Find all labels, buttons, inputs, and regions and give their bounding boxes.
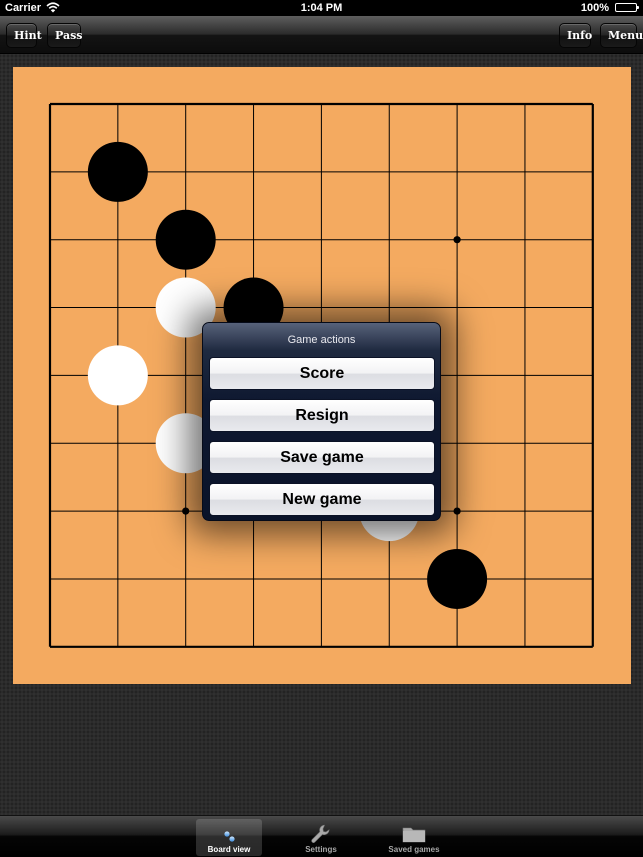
battery-icon xyxy=(615,3,639,12)
pass-button[interactable]: Pass xyxy=(47,23,83,48)
top-toolbar: Hint Pass Info Menu xyxy=(0,16,643,54)
tab-label-saved-games: Saved games xyxy=(388,845,440,854)
popover-title: Game actions xyxy=(287,334,356,346)
resign-button[interactable]: Resign xyxy=(209,399,435,432)
star-point xyxy=(182,507,190,515)
board-grid-icon xyxy=(218,824,240,844)
star-point xyxy=(453,236,461,244)
tab-label-settings: Settings xyxy=(305,845,337,854)
black-stone[interactable] xyxy=(427,548,488,609)
tab-board-view[interactable]: Board view xyxy=(196,819,262,856)
star-point xyxy=(453,507,461,515)
folder-icon xyxy=(402,827,426,843)
tab-saved-games[interactable]: Saved games xyxy=(381,819,447,856)
wrench-icon xyxy=(311,824,330,843)
hint-button[interactable]: Hint xyxy=(6,23,42,48)
score-button[interactable]: Score xyxy=(209,357,435,390)
tab-settings[interactable]: Settings xyxy=(288,819,354,856)
battery-percent: 100% xyxy=(580,2,609,14)
black-stone[interactable] xyxy=(87,141,148,202)
info-button[interactable]: Info xyxy=(559,23,592,48)
game-actions-popover: Game actions Score Resign Save game New … xyxy=(202,322,441,521)
white-stone[interactable] xyxy=(87,345,148,406)
status-bar: Carrier 1:04 PM 100% xyxy=(0,0,643,16)
tab-label-board-view: Board view xyxy=(207,845,251,854)
go-app-screen: Carrier 1:04 PM 100% Hint Pass Info Menu… xyxy=(0,0,643,857)
clock-label: 1:04 PM xyxy=(300,2,343,14)
black-stone[interactable] xyxy=(155,209,216,270)
tab-bar: Board view Settings Saved games xyxy=(0,815,643,857)
save-game-button[interactable]: Save game xyxy=(209,441,435,474)
menu-button[interactable]: Menu xyxy=(600,23,643,48)
new-game-button[interactable]: New game xyxy=(209,483,435,516)
